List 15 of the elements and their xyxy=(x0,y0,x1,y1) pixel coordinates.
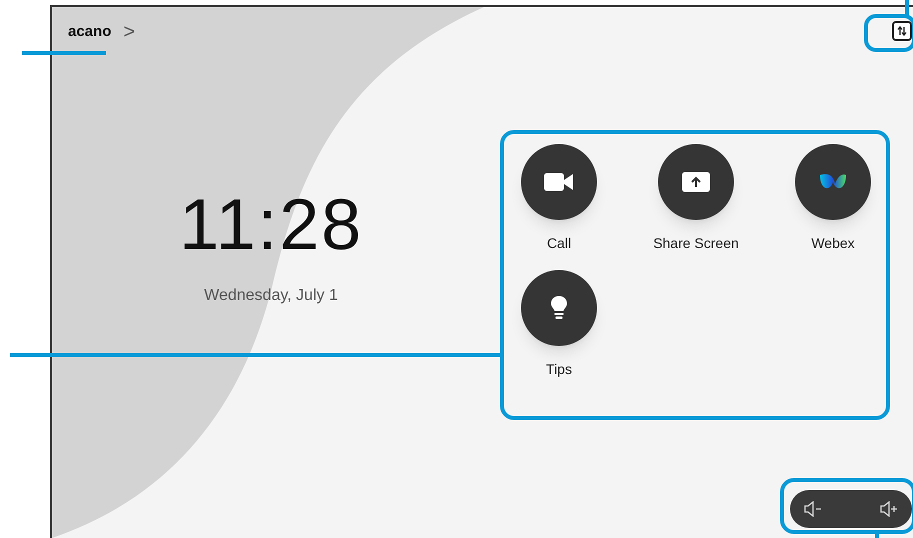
app-button[interactable]: Call xyxy=(505,144,613,254)
app-button[interactable]: Tips xyxy=(505,270,613,380)
up-down-arrows-icon xyxy=(897,26,907,36)
swap-button[interactable] xyxy=(892,21,912,41)
chevron-icon[interactable]: > xyxy=(123,22,136,42)
lightbulb-icon xyxy=(551,296,567,320)
app-button[interactable]: Share Screen xyxy=(613,144,779,254)
volume-down-icon[interactable] xyxy=(804,501,822,517)
callout-frame xyxy=(864,14,913,52)
app-button[interactable]: Webex xyxy=(779,144,887,254)
clock-date: Wednesday, July 1 xyxy=(204,286,338,306)
clock-time: 11:28 xyxy=(179,188,363,260)
volume-up-icon[interactable] xyxy=(880,501,898,517)
video-camera-icon xyxy=(544,172,574,192)
device-name[interactable]: acano xyxy=(68,21,112,44)
